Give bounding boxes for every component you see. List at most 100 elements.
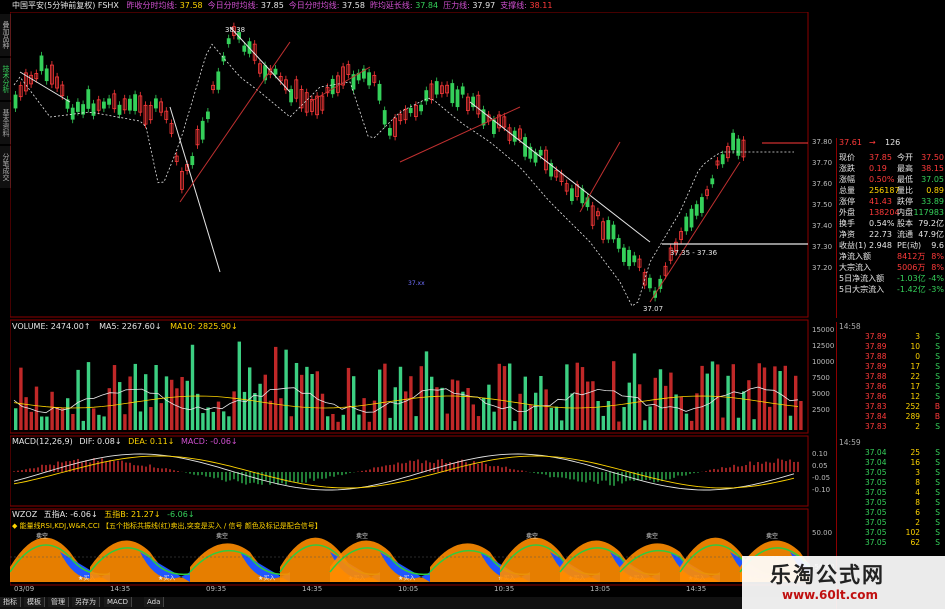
volume-bar — [440, 387, 444, 430]
time-label: 10:35 — [494, 585, 515, 593]
time-label: 14:35 — [302, 585, 323, 593]
quote-key2: PE(动) — [897, 241, 922, 250]
volume-bar — [690, 420, 694, 430]
candle-body — [627, 249, 631, 267]
quote-key: 净资 — [839, 230, 855, 239]
ticks-time-1: 14:58 — [839, 322, 861, 331]
candle-body — [387, 127, 392, 136]
volume-bar — [206, 407, 210, 430]
volume-bar — [632, 353, 637, 430]
volume-bar — [320, 393, 325, 430]
volume-bar — [196, 393, 200, 430]
moving-average-line — [13, 43, 794, 307]
quote-key2: 跌停 — [897, 197, 913, 206]
volume-bar — [658, 369, 663, 430]
volume-bar — [606, 400, 611, 430]
bottom-tab[interactable]: MACD — [104, 597, 132, 607]
tick-side: S — [935, 362, 940, 371]
volume-bar — [643, 420, 647, 430]
tick-price: 37.05 — [865, 508, 887, 517]
tick-row: 37.86 17 S — [837, 382, 945, 392]
price-panel-border — [10, 12, 809, 318]
time-label: 14:35 — [110, 585, 131, 593]
volume-bar — [326, 416, 330, 430]
candle-body — [382, 110, 387, 125]
volume-bar — [617, 421, 621, 430]
volume-bar — [55, 407, 59, 430]
volume-bar — [492, 411, 496, 430]
volume-bar — [622, 407, 626, 430]
tick-row: 37.83 2 S — [837, 422, 945, 432]
quote-key: 涨跌 — [839, 164, 855, 173]
tick-price: 37.83 — [865, 402, 887, 411]
tick-price: 37.89 — [865, 342, 887, 351]
wzoz-title: WZOZ — [12, 510, 38, 519]
volume-bar — [653, 377, 657, 430]
bottom-tab[interactable]: 管理 — [48, 597, 69, 607]
wzoz-header: WZOZ 五指A: -6.06↓ 五指B: 21.27↓ -6.06↓ — [12, 510, 195, 520]
volume-bar — [367, 421, 371, 430]
quote-row: 外盘 138204 内盘 117983 — [837, 207, 945, 218]
volume-bar — [638, 384, 642, 430]
volume-bar — [684, 413, 689, 430]
volume-bar — [19, 367, 23, 430]
volume-bar — [414, 416, 418, 430]
volume-bar — [544, 389, 548, 430]
volume-bar — [398, 366, 403, 430]
quote-key: 收益(1) — [839, 241, 867, 250]
quote-value: 256187 — [869, 186, 900, 195]
price-candles — [13, 22, 794, 307]
main-chart-area[interactable]: ★买入卖空★买入★买入卖空★买入★买入卖空★买入★买入卖空★买入★买入卖空★买入… — [10, 12, 810, 595]
volume-bar — [612, 361, 616, 430]
price-axis: 37.80 37.70 37.60 37.50 37.40 37.30 37.20 — [812, 0, 836, 320]
volume-bar — [549, 407, 553, 430]
volume-bar — [40, 416, 44, 430]
volume-bar — [185, 380, 189, 430]
volume-bar — [554, 406, 559, 430]
flow-key: 净流入额 — [839, 252, 871, 261]
volume-bar — [14, 408, 18, 430]
volume-bar — [211, 411, 215, 430]
candle-body — [133, 94, 137, 111]
tick-side: S — [935, 422, 940, 431]
volume-bar — [24, 397, 28, 430]
bottom-tab[interactable]: Ada — [144, 597, 165, 607]
tick-price: 37.86 — [865, 392, 887, 401]
candle-body — [632, 255, 637, 263]
volume-bar — [731, 364, 735, 430]
quote-value: 0.54% — [869, 219, 895, 228]
header-item-label: 支撑线: — [500, 1, 530, 10]
axis-label: 37.70 — [812, 159, 833, 167]
tick-qty: 62 — [910, 538, 920, 547]
trend-line — [179, 41, 291, 203]
quote-value2: 0.89 — [926, 186, 944, 195]
candle-body — [694, 204, 699, 216]
volume-bar — [695, 393, 699, 430]
tick-qty: 4 — [915, 488, 920, 497]
header-item: 昨收分时均线: 37.58 — [126, 1, 202, 10]
wzoz-sell-label: 卖空 — [36, 532, 48, 540]
volume-bar — [216, 401, 221, 430]
volume-bar — [456, 380, 460, 430]
trend-line — [469, 101, 651, 243]
volume-bar — [788, 415, 793, 430]
axis-label: 50.00 — [812, 529, 833, 537]
volume-bar — [149, 407, 153, 430]
quote-key2: 流通 — [897, 230, 913, 239]
time-label: 13:05 — [590, 585, 611, 593]
tick-row: 37.84 289 B — [837, 412, 945, 422]
tick-price: 37.04 — [865, 448, 887, 457]
quote-key2: 量比 — [897, 186, 913, 195]
bottom-tab[interactable]: 模板 — [24, 597, 45, 607]
volume-bar — [123, 414, 127, 430]
time-axis: 03/09 14:35 09:35 14:35 10:05 10:35 13:05 14:35 — [10, 585, 810, 595]
bottom-tab[interactable]: 另存为 — [72, 597, 100, 607]
candle-body — [107, 98, 111, 105]
tick-qty: 8 — [915, 478, 920, 487]
header-item: 昨均延长线: 37.84 — [370, 1, 438, 10]
volume-bar — [596, 401, 600, 430]
candle-body — [455, 89, 460, 108]
flow-key: 大宗流入 — [839, 263, 871, 272]
tick-qty: 25 — [910, 448, 920, 457]
bottom-tab[interactable]: 指标 — [0, 597, 21, 607]
